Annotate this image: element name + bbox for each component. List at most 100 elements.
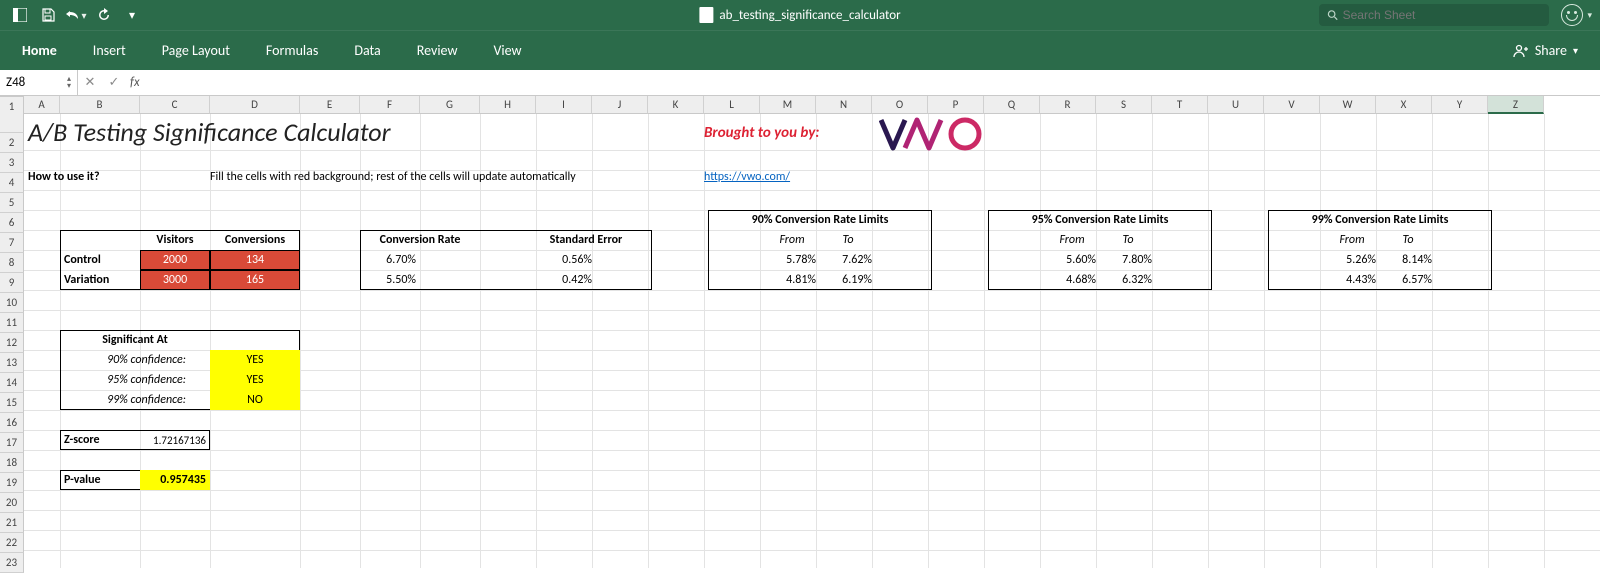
tab-data[interactable]: Data bbox=[354, 42, 380, 59]
row-header[interactable]: 1 bbox=[0, 97, 24, 133]
name-box[interactable]: Z48 ▴▾ bbox=[0, 70, 78, 95]
label-control: Control bbox=[60, 250, 140, 270]
col-header[interactable]: V bbox=[1264, 96, 1320, 114]
row-header[interactable]: 15 bbox=[0, 393, 24, 413]
row-header[interactable]: 11 bbox=[0, 313, 24, 333]
doc-icon bbox=[699, 7, 713, 23]
cell-grid[interactable]: A/B Testing Significance Calculator Brou… bbox=[24, 114, 1600, 568]
col-header[interactable]: P bbox=[928, 96, 984, 114]
sig-95-value: YES bbox=[210, 370, 300, 390]
limits99-r2f: 4.43% bbox=[1324, 270, 1380, 290]
row-header[interactable]: 23 bbox=[0, 553, 24, 573]
col-header[interactable]: E bbox=[300, 96, 360, 114]
sidebar-toggle-icon[interactable] bbox=[8, 3, 32, 27]
col-header[interactable]: B bbox=[60, 96, 140, 114]
row-header[interactable]: 21 bbox=[0, 513, 24, 533]
row-header[interactable]: 3 bbox=[0, 153, 24, 173]
limits99-r1f: 5.26% bbox=[1324, 250, 1380, 270]
redo-icon[interactable] bbox=[92, 3, 116, 27]
vwo-link[interactable]: https://vwo.com/ bbox=[704, 170, 790, 184]
cancel-formula-icon[interactable]: ✕ bbox=[78, 75, 102, 90]
col-header[interactable]: N bbox=[816, 96, 872, 114]
row-header[interactable]: 18 bbox=[0, 453, 24, 473]
col-header[interactable]: T bbox=[1152, 96, 1208, 114]
label-variation: Variation bbox=[60, 270, 140, 290]
col-header[interactable]: C bbox=[140, 96, 210, 114]
feedback-smiley-icon[interactable] bbox=[1561, 4, 1583, 26]
tab-formulas[interactable]: Formulas bbox=[266, 42, 318, 59]
qat-customize-icon[interactable]: ▾ bbox=[120, 3, 144, 27]
name-box-stepper[interactable]: ▴▾ bbox=[67, 76, 71, 90]
col-header[interactable]: Y bbox=[1432, 96, 1488, 114]
row-header[interactable]: 12 bbox=[0, 333, 24, 353]
row-header[interactable]: 16 bbox=[0, 413, 24, 433]
tab-insert[interactable]: Insert bbox=[93, 42, 126, 59]
row-header[interactable]: 4 bbox=[0, 173, 24, 193]
pvalue-label: P-value bbox=[60, 470, 140, 490]
row-header[interactable]: 5 bbox=[0, 193, 24, 213]
row-header[interactable]: 13 bbox=[0, 353, 24, 373]
row-headers: 1 2 3 4 5 6 7 8 9 10 11 12 13 14 15 16 1… bbox=[0, 97, 24, 573]
feedback-chevron-icon[interactable]: ▾ bbox=[1587, 10, 1592, 21]
col-header[interactable]: M bbox=[760, 96, 816, 114]
input-variation-visitors[interactable]: 3000 bbox=[140, 270, 210, 290]
tab-view[interactable]: View bbox=[493, 42, 521, 59]
variation-rate: 5.50% bbox=[360, 270, 420, 290]
share-button[interactable]: Share ▾ bbox=[1513, 42, 1578, 59]
tab-review[interactable]: Review bbox=[417, 42, 458, 59]
col-header[interactable]: O bbox=[872, 96, 928, 114]
row-header[interactable]: 22 bbox=[0, 533, 24, 553]
col-header[interactable]: S bbox=[1096, 96, 1152, 114]
row-header[interactable]: 2 bbox=[0, 133, 24, 153]
col-header[interactable]: K bbox=[648, 96, 704, 114]
col-header[interactable]: Z bbox=[1488, 96, 1544, 114]
header-conv-rate: Conversion Rate bbox=[360, 230, 480, 250]
search-input[interactable] bbox=[1343, 8, 1542, 22]
row-header[interactable]: 17 bbox=[0, 433, 24, 453]
col-header[interactable]: R bbox=[1040, 96, 1096, 114]
search-field[interactable] bbox=[1319, 4, 1549, 26]
col-header[interactable]: W bbox=[1320, 96, 1376, 114]
col-header[interactable]: A bbox=[24, 96, 60, 114]
col-header[interactable]: D bbox=[210, 96, 300, 114]
col-header[interactable]: J bbox=[592, 96, 648, 114]
col-header[interactable]: X bbox=[1376, 96, 1432, 114]
row-header[interactable]: 10 bbox=[0, 293, 24, 313]
row-header[interactable]: 7 bbox=[0, 233, 24, 253]
limits99-r1t: 8.14% bbox=[1380, 250, 1436, 270]
input-variation-conversions[interactable]: 165 bbox=[210, 270, 300, 290]
tab-home[interactable]: Home bbox=[22, 42, 57, 59]
col-header[interactable]: G bbox=[420, 96, 480, 114]
col-header[interactable]: F bbox=[360, 96, 420, 114]
worksheet: 1 2 3 4 5 6 7 8 9 10 11 12 13 14 15 16 1… bbox=[0, 96, 1600, 568]
how-to-text: Fill the cells with red background; rest… bbox=[210, 170, 576, 184]
input-control-conversions[interactable]: 134 bbox=[210, 250, 300, 270]
brought-to-you-by: Brought to you by: bbox=[704, 124, 819, 142]
enter-formula-icon[interactable]: ✓ bbox=[102, 75, 126, 90]
input-control-visitors[interactable]: 2000 bbox=[140, 250, 210, 270]
fx-label[interactable]: fx bbox=[130, 75, 140, 90]
row-header[interactable]: 9 bbox=[0, 273, 24, 293]
row-header[interactable]: 8 bbox=[0, 253, 24, 273]
formula-input[interactable] bbox=[144, 70, 1600, 95]
header-visitors: Visitors bbox=[140, 230, 210, 250]
row-header[interactable]: 20 bbox=[0, 493, 24, 513]
col-header[interactable]: Q bbox=[984, 96, 1040, 114]
tab-page-layout[interactable]: Page Layout bbox=[162, 42, 230, 59]
col-header[interactable]: L bbox=[704, 96, 760, 114]
save-icon[interactable] bbox=[36, 3, 60, 27]
row-header[interactable]: 14 bbox=[0, 373, 24, 393]
col-header[interactable]: H bbox=[480, 96, 536, 114]
limits90-r1f: 5.78% bbox=[764, 250, 820, 270]
col-header[interactable]: U bbox=[1208, 96, 1264, 114]
row-header[interactable]: 19 bbox=[0, 473, 24, 493]
document-title: ab_testing_significance_calculator bbox=[699, 7, 900, 23]
limits90-to: To bbox=[820, 230, 876, 250]
col-header[interactable]: I bbox=[536, 96, 592, 114]
limits90-r2t: 6.19% bbox=[820, 270, 876, 290]
row-header[interactable]: 6 bbox=[0, 213, 24, 233]
formula-bar: Z48 ▴▾ ✕ ✓ fx bbox=[0, 70, 1600, 96]
undo-icon[interactable]: ▾ bbox=[64, 3, 88, 27]
sig-90-label: 90% confidence: bbox=[60, 350, 190, 370]
limits99-r2t: 6.57% bbox=[1380, 270, 1436, 290]
